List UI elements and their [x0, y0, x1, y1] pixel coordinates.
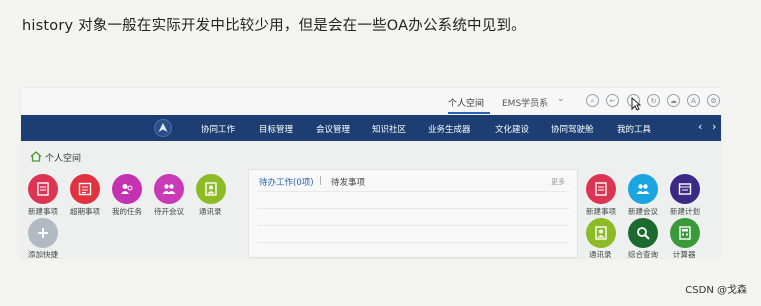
tile-label: 我的任务	[112, 207, 142, 216]
calculator-tile[interactable]	[670, 218, 700, 248]
nav-next-icon[interactable]: ›	[712, 120, 716, 133]
new-meeting-tile[interactable]	[628, 174, 658, 204]
tile-label: 新建会议	[628, 207, 658, 216]
overdue-item-tile[interactable]	[70, 174, 100, 204]
top-bar: 个人空间 EMS学员系 ⌄ ⌕ ← ⌂ ↻ ☁ A ⚙	[21, 88, 721, 116]
ems-system-dropdown[interactable]: EMS学员系	[502, 96, 548, 109]
mouse-cursor-icon	[631, 97, 641, 111]
tile-label: 待开会议	[154, 207, 184, 216]
personal-space-tab[interactable]: 个人空间	[448, 96, 484, 109]
tab-pending-send[interactable]: 待发事项	[331, 176, 365, 188]
divider	[257, 242, 569, 243]
nav-item-culture[interactable]: 文化建设	[495, 123, 529, 135]
contacts-tile-right[interactable]	[586, 218, 616, 248]
settings-icon[interactable]: ⚙	[707, 94, 720, 107]
plan-icon	[678, 183, 692, 195]
contacts-icon	[595, 226, 607, 240]
tile-label: 通讯录	[589, 250, 612, 258]
nav-item-cockpit[interactable]: 协同驾驶舱	[551, 123, 594, 135]
tile-label: 新建事项	[586, 207, 616, 216]
nav-prev-icon[interactable]: ‹	[698, 120, 702, 133]
tile-label: 新建事项	[28, 207, 58, 216]
app-logo[interactable]	[154, 119, 172, 137]
nav-item-goal-management[interactable]: 目标管理	[259, 123, 293, 135]
nav-item-knowledge-community[interactable]: 知识社区	[372, 123, 406, 135]
tile-label: 计算器	[673, 250, 696, 258]
search-icon[interactable]: ⌕	[586, 94, 599, 107]
tile-label: 超期事项	[70, 207, 100, 216]
new-plan-tile[interactable]	[670, 174, 700, 204]
divider	[257, 208, 569, 209]
tile-label: 新建计划	[670, 207, 700, 216]
oa-screenshot: 个人空间 EMS学员系 ⌄ ⌕ ← ⌂ ↻ ☁ A ⚙ 协同工作 目标管理 会议…	[21, 88, 721, 258]
divider	[257, 191, 569, 192]
main-nav-bar: 协同工作 目标管理 会议管理 知识社区 业务生成器 文化建设 协同驾驶舱 我的工…	[21, 115, 721, 141]
article-caption: history 对象一般在实际开发中比较少用，但是会在一些OA办公系统中见到。	[22, 18, 526, 34]
search-icon	[637, 227, 650, 240]
home-icon	[30, 151, 42, 162]
my-task-tile[interactable]	[112, 174, 142, 204]
logo-icon	[158, 123, 168, 132]
tile-label: 综合查询	[628, 250, 658, 258]
contacts-icon	[205, 182, 217, 196]
new-item-tile-right[interactable]	[586, 174, 616, 204]
pending-meeting-tile[interactable]	[154, 174, 184, 204]
doc-icon	[595, 182, 607, 196]
meeting-icon	[636, 184, 650, 194]
csdn-watermark: CSDN @戈森	[685, 285, 747, 296]
font-size-icon[interactable]: A	[687, 94, 700, 107]
more-link[interactable]: 更多	[551, 177, 565, 187]
list-icon	[78, 182, 92, 196]
active-tab-underline	[448, 112, 490, 114]
tile-label: 通讯录	[199, 207, 222, 216]
nav-item-business-generator[interactable]: 业务生成器	[428, 123, 471, 135]
todo-panel: 待办工作(0项) | 待发事项 更多	[248, 169, 578, 258]
contacts-tile[interactable]	[196, 174, 226, 204]
doc-icon	[37, 182, 49, 196]
nav-item-collaboration[interactable]: 协同工作	[201, 123, 235, 135]
refresh-icon[interactable]: ↻	[647, 94, 660, 107]
chevron-down-icon[interactable]: ⌄	[557, 94, 565, 104]
general-query-tile[interactable]	[628, 218, 658, 248]
new-item-tile[interactable]	[28, 174, 58, 204]
back-icon[interactable]: ←	[606, 94, 619, 107]
calculator-icon	[679, 226, 691, 240]
nav-item-my-tools[interactable]: 我的工具	[617, 123, 651, 135]
user-task-icon	[121, 184, 133, 194]
add-shortcut-tile[interactable]	[28, 218, 58, 248]
plus-icon	[38, 228, 48, 238]
tab-separator: |	[319, 176, 322, 186]
cloud-icon[interactable]: ☁	[667, 94, 680, 107]
meeting-icon	[162, 184, 176, 194]
tab-todo-work[interactable]: 待办工作(0项)	[259, 176, 314, 188]
tile-label: 添加快捷	[28, 250, 58, 258]
breadcrumb: 个人空间	[45, 154, 82, 164]
nav-item-meeting-management[interactable]: 会议管理	[316, 123, 350, 135]
divider	[257, 225, 569, 226]
